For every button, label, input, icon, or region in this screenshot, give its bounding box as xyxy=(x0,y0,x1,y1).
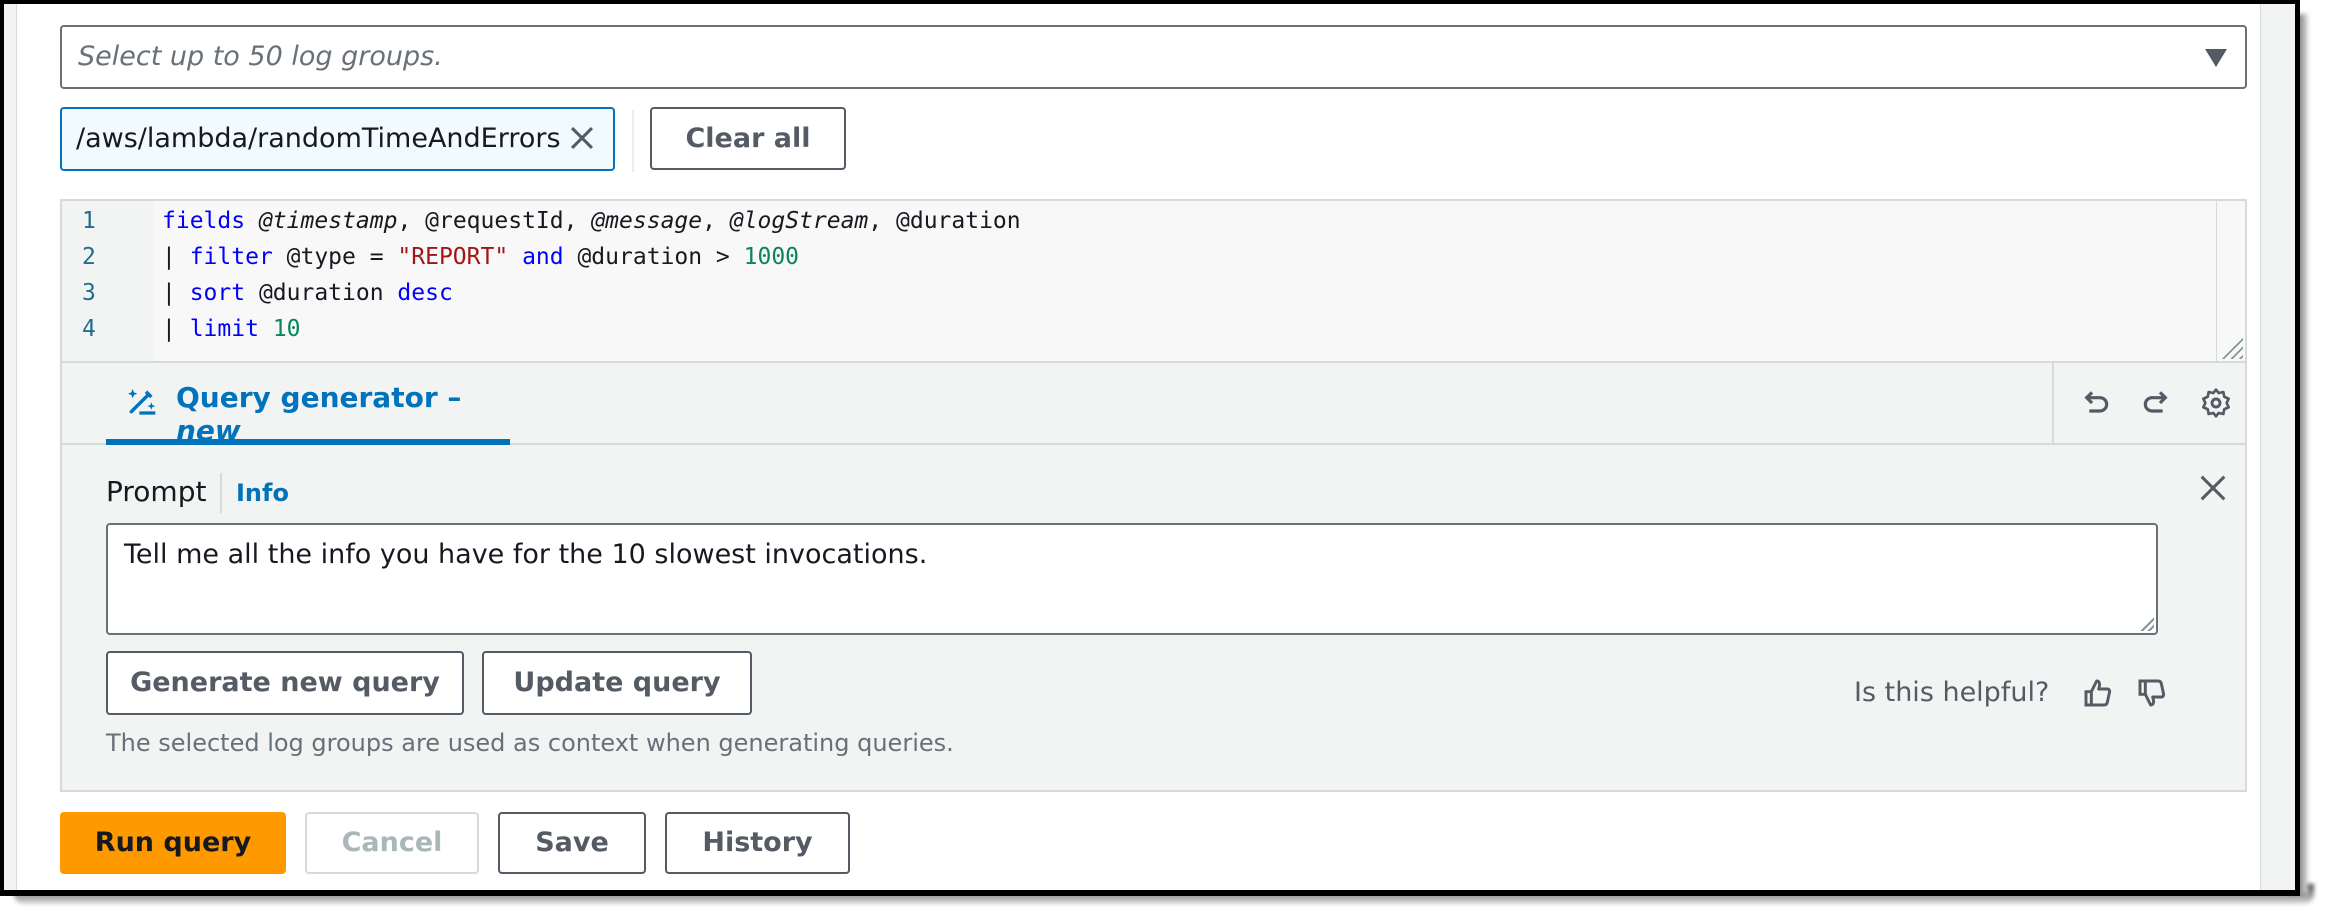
redo-icon[interactable] xyxy=(2140,387,2172,419)
tab-query-generator[interactable]: Query generator – new xyxy=(106,363,510,447)
query-generator-panel: Prompt Info Tell me all the info you hav… xyxy=(60,445,2247,792)
code-token: @duration xyxy=(245,280,398,306)
code-text: fields @timestamp, @requestId, @message,… xyxy=(162,203,1021,239)
code-token: @logStream xyxy=(729,208,869,234)
code-token: @duration xyxy=(896,208,1021,234)
info-link[interactable]: Info xyxy=(236,479,289,507)
token-divider xyxy=(632,110,634,172)
prompt-hint: The selected log groups are used as cont… xyxy=(106,729,954,757)
line-number: 4 xyxy=(82,316,96,342)
run-query-button[interactable]: Run query xyxy=(60,812,286,874)
code-token: and xyxy=(522,244,564,270)
code-text: | sort @duration desc xyxy=(162,275,453,311)
code-token: desc xyxy=(397,280,453,306)
line-number: 3 xyxy=(82,280,96,306)
close-icon[interactable] xyxy=(565,121,599,155)
logs-insights-query-panel: Select up to 50 log groups. /aws/lambda/… xyxy=(4,4,2295,890)
prompt-divider xyxy=(220,473,222,513)
code-token: @timestamp xyxy=(258,208,398,234)
history-button[interactable]: History xyxy=(665,812,850,874)
log-group-select-placeholder: Select up to 50 log groups. xyxy=(78,41,443,72)
feedback-question: Is this helpful? xyxy=(1854,677,2050,708)
textarea-resize-handle-icon[interactable] xyxy=(2138,615,2154,631)
cancel-label: Cancel xyxy=(341,827,443,858)
scrollbar[interactable] xyxy=(2260,4,2295,890)
code-text: | limit 10 xyxy=(162,311,301,347)
code-token: | xyxy=(162,316,190,342)
code-token: fields xyxy=(162,208,246,234)
line-number: 2 xyxy=(82,244,96,270)
code-text: | filter @type = "REPORT" and @duration … xyxy=(162,239,799,275)
code-token: , xyxy=(563,208,592,234)
prompt-input[interactable]: Tell me all the info you have for the 10… xyxy=(106,523,2158,635)
generate-new-query-label: Generate new query xyxy=(130,667,440,698)
log-group-token: /aws/lambda/randomTimeAndErrors xyxy=(60,107,615,171)
code-token: 1000 xyxy=(743,244,800,270)
code-token: limit xyxy=(189,316,259,342)
code-token: "REPORT" xyxy=(397,244,509,270)
history-label: History xyxy=(702,827,813,858)
code-token: filter xyxy=(189,244,273,270)
code-token: @message xyxy=(591,208,703,234)
code-token: , xyxy=(868,208,896,234)
log-group-select[interactable]: Select up to 50 log groups. xyxy=(60,25,2247,89)
line-number: 1 xyxy=(82,208,96,234)
magic-wand-icon xyxy=(128,389,156,415)
save-label: Save xyxy=(535,827,609,858)
thumbs-up-icon[interactable] xyxy=(2082,677,2114,709)
code-token: , xyxy=(397,208,426,234)
code-token: @type = xyxy=(272,244,398,270)
save-button[interactable]: Save xyxy=(498,812,646,874)
editor-actions xyxy=(2052,363,2249,443)
log-group-token-label: /aws/lambda/randomTimeAndErrors xyxy=(76,123,561,154)
code-token: @requestId xyxy=(425,208,564,234)
generate-new-query-button[interactable]: Generate new query xyxy=(106,651,464,715)
run-query-label: Run query xyxy=(94,827,252,858)
tab-label: Query generator – new xyxy=(176,381,462,447)
cancel-button[interactable]: Cancel xyxy=(305,812,479,874)
clear-all-button[interactable]: Clear all xyxy=(650,107,846,170)
update-query-button[interactable]: Update query xyxy=(482,651,752,715)
code-token: 10 xyxy=(272,316,301,342)
query-editor[interactable]: 1 fields @timestamp, @requestId, @message… xyxy=(60,199,2247,361)
editor-scrollbar[interactable] xyxy=(2216,201,2245,361)
update-query-label: Update query xyxy=(513,667,721,698)
close-icon[interactable] xyxy=(2196,471,2230,505)
code-token: @duration > xyxy=(563,244,744,270)
thumbs-down-icon[interactable] xyxy=(2136,677,2168,709)
left-gutter xyxy=(4,4,17,890)
gear-icon[interactable] xyxy=(2200,387,2232,419)
code-token: | xyxy=(162,244,190,270)
code-token: , xyxy=(702,208,730,234)
undo-icon[interactable] xyxy=(2080,387,2112,419)
editor-tab-bar: Query generator – new xyxy=(60,361,2249,447)
prompt-input-value: Tell me all the info you have for the 10… xyxy=(124,539,928,570)
prompt-label: Prompt xyxy=(106,475,207,508)
caret-down-icon[interactable] xyxy=(2205,49,2227,67)
code-token: sort xyxy=(189,280,246,306)
clear-all-label: Clear all xyxy=(685,123,811,154)
code-token: | xyxy=(162,280,190,306)
